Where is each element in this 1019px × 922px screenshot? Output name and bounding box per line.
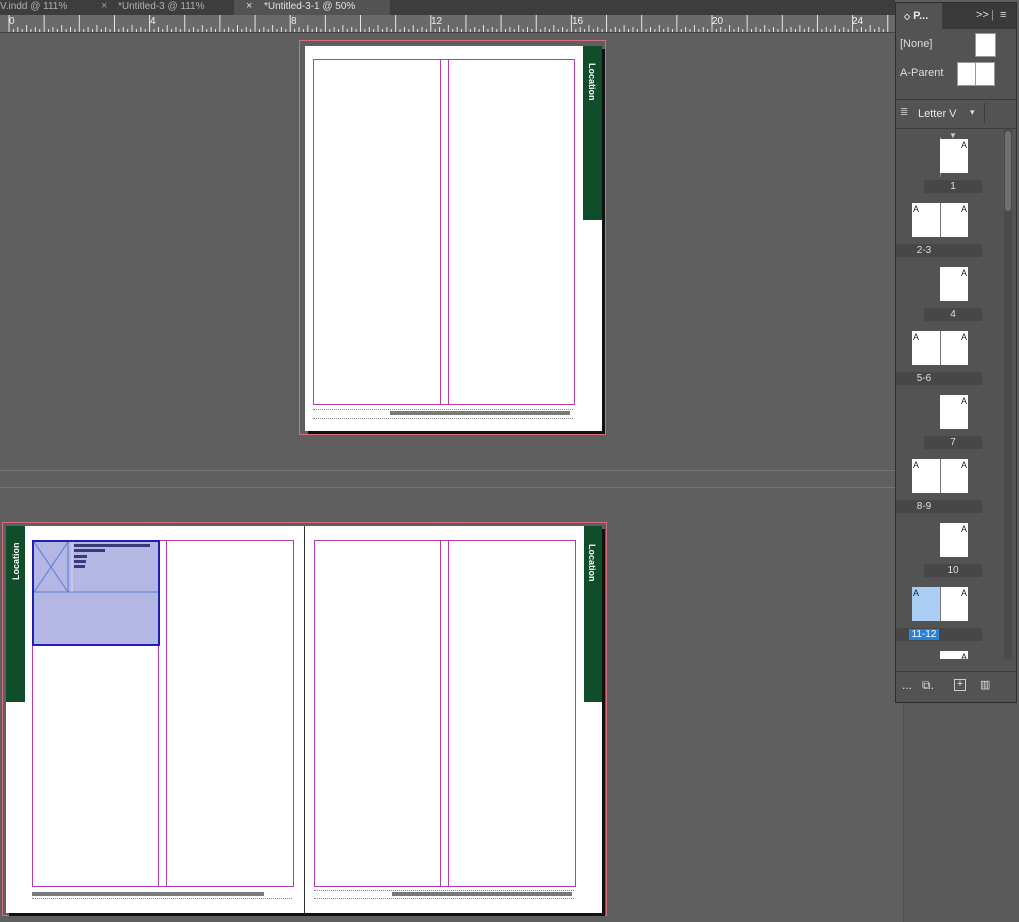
ruler-label: 4 — [150, 16, 156, 27]
divider-icon: | — [991, 9, 994, 21]
location-tab-strip[interactable]: Location — [583, 46, 602, 220]
grip-icon: ≣ — [900, 107, 909, 118]
margin-guide — [314, 540, 576, 887]
parent-none[interactable]: [None] — [896, 31, 1016, 59]
location-tab-label: Location — [587, 63, 597, 101]
location-tab-label: Location — [11, 542, 21, 581]
column-guide — [440, 540, 441, 886]
spread-spine — [304, 526, 305, 913]
footer-line — [313, 418, 573, 419]
ruler-label: 16 — [572, 16, 584, 27]
parent-letter: A — [960, 140, 967, 150]
page-label[interactable]: 8-9 — [896, 500, 982, 513]
page-thumbnail-list[interactable]: ▼ A 1 A A 2-3 A 4 A A 5-6 A 7 A A 8-9 A … — [896, 129, 1002, 659]
page-label-selected[interactable]: 11-12 — [896, 628, 982, 641]
page-thumb-1[interactable]: A — [940, 139, 968, 173]
ruler-label: 0 — [9, 16, 15, 27]
pasteboard-divider — [0, 487, 895, 488]
spread-11-12[interactable]: Location Location — [6, 526, 602, 913]
panel-dock-empty — [903, 703, 1019, 922]
page-thumb-2-3[interactable]: A A — [912, 203, 968, 237]
page-thumb-11-12[interactable]: A A — [912, 587, 968, 621]
footer-folio-bar — [32, 892, 264, 896]
frame-content — [34, 542, 158, 593]
ruler-label: 8 — [291, 16, 297, 27]
scrollbar-thumb[interactable] — [1005, 131, 1011, 211]
page-label[interactable]: 1 — [924, 180, 982, 193]
page-label[interactable]: 5-6 — [896, 372, 982, 385]
parent-name: [None] — [900, 38, 933, 50]
page-thumb-next[interactable]: A — [940, 651, 968, 659]
pages-panel: ◇ P... >> | ≡ [None] A-Parent ≣ Letter V … — [895, 2, 1017, 703]
tab-untitled-3-1[interactable]: × *Untitled-3-1 @ 50% — [234, 0, 390, 15]
page-thumb-4[interactable]: A — [940, 267, 968, 301]
parent-name: A-Parent — [900, 67, 944, 79]
divider — [984, 103, 985, 123]
page-thumb-5-6[interactable]: A A — [912, 331, 968, 365]
ruler-ticks — [8, 15, 889, 32]
tab-untitled-3[interactable]: × *Untitled-3 @ 111% — [87, 0, 233, 15]
location-tab-strip[interactable]: Location — [6, 526, 25, 702]
footer-folio-bar — [390, 411, 570, 415]
tab-v-indd[interactable]: V.indd @ 111% — [0, 0, 86, 15]
page-list-scrollbar[interactable] — [1004, 129, 1012, 659]
parent-thumbnail-left — [957, 62, 977, 86]
page-label[interactable]: 4 — [924, 308, 982, 321]
page-label[interactable]: 2-3 — [896, 244, 982, 257]
panel-menu-icon[interactable]: ≡ — [1000, 9, 1006, 21]
footer-line — [314, 898, 574, 899]
pages-panel-tab[interactable]: ◇ P... — [896, 3, 942, 29]
page-thumb-10[interactable]: A — [940, 523, 968, 557]
panel-tab-label: P... — [913, 10, 929, 22]
page-thumb-8-9[interactable]: A A — [912, 459, 968, 493]
tab-title: V.indd @ 111% — [0, 1, 68, 12]
location-tab-strip[interactable]: Location — [584, 526, 602, 702]
close-icon[interactable]: × — [101, 0, 107, 13]
selected-graphic-frame[interactable] — [32, 540, 160, 646]
column-guide — [440, 59, 441, 404]
page-label[interactable]: 7 — [924, 436, 982, 449]
expand-panel-icon[interactable]: >> — [976, 9, 989, 21]
footer-line — [32, 898, 292, 899]
margin-guide — [313, 59, 575, 405]
column-guide — [166, 540, 167, 886]
column-guide — [448, 540, 449, 886]
parent-a[interactable]: A-Parent — [896, 60, 1016, 88]
ruler-label: 20 — [712, 16, 724, 27]
page-size-row[interactable]: ≣ Letter V ▾ — [896, 99, 1016, 129]
trash-icon[interactable]: ▥ — [980, 678, 990, 691]
document-canvas[interactable]: Location Location Location — [0, 33, 895, 922]
more-icon[interactable]: ... — [902, 678, 912, 692]
edit-page-size-icon[interactable]: ⧉. — [922, 678, 934, 693]
parent-thumbnail — [975, 33, 996, 57]
horizontal-ruler[interactable]: 0 4 8 12 16 20 24 — [0, 15, 895, 33]
new-page-icon[interactable]: + — [954, 679, 966, 691]
page-label[interactable]: 10 — [924, 564, 982, 577]
tab-title: *Untitled-3-1 @ 50% — [264, 1, 356, 12]
column-guide — [448, 59, 449, 404]
chevron-down-icon[interactable]: ▾ — [970, 107, 975, 118]
ruler-label: 12 — [431, 16, 443, 27]
footer-line — [313, 409, 573, 410]
page-size-label: Letter V — [918, 108, 957, 120]
document-tab-bar: V.indd @ 111% × *Untitled-3 @ 111% × *Un… — [0, 0, 895, 15]
close-icon[interactable]: × — [246, 0, 252, 13]
footer-folio-bar — [392, 892, 572, 896]
page-thumb-7[interactable]: A — [940, 395, 968, 429]
collapse-arrows-icon: ◇ — [904, 12, 911, 21]
ruler-label: 24 — [852, 16, 864, 27]
panel-footer: ... ⧉. + ▥ — [896, 671, 1016, 700]
parent-thumbnail-right — [975, 62, 995, 86]
panel-header: ◇ P... >> | ≡ — [896, 3, 1016, 29]
location-tab-label: Location — [587, 544, 597, 582]
page-1[interactable]: Location — [305, 46, 602, 431]
footer-line — [314, 890, 574, 891]
pasteboard-divider — [0, 470, 895, 471]
tab-title: *Untitled-3 @ 111% — [118, 1, 205, 12]
